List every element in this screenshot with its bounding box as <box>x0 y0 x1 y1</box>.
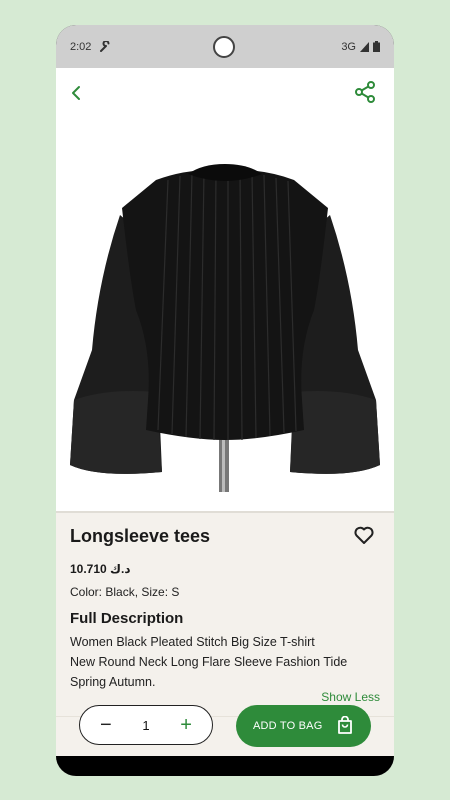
show-less-link[interactable]: Show Less <box>321 690 380 704</box>
phone-frame: 2:02 3G Longsleeve tees 10.710 د.ك Color… <box>56 25 394 776</box>
share-icon[interactable] <box>353 80 377 104</box>
signal-icon <box>360 41 369 52</box>
increase-quantity-button[interactable]: + <box>180 715 192 735</box>
top-app-bar <box>56 68 394 134</box>
add-to-bag-button[interactable]: ADD TO BAG <box>236 705 371 747</box>
battery-icon <box>373 41 380 52</box>
divider <box>56 511 394 513</box>
product-title: Longsleeve tees <box>70 526 211 546</box>
product-variant: Color: Black, Size: S <box>70 585 180 599</box>
status-time: 2:02 <box>70 40 92 53</box>
decrease-quantity-button[interactable]: − <box>100 715 112 735</box>
camera-cutout <box>213 36 235 58</box>
description-line: Spring Autumn. <box>70 675 156 689</box>
product-image-area <box>56 134 394 512</box>
shopping-bag-icon <box>338 716 352 734</box>
description-line: Women Black Pleated Stitch Big Size T-sh… <box>70 635 315 649</box>
quantity-value: 1 <box>142 717 150 733</box>
add-to-bag-label: ADD TO BAG <box>253 720 323 732</box>
description-line: New Round Neck Long Flare Sleeve Fashion… <box>70 655 348 669</box>
product-image[interactable] <box>58 160 392 492</box>
quantity-stepper: − 1 + <box>79 705 213 745</box>
network-indicator: 3G <box>341 40 356 53</box>
wrench-icon <box>100 40 110 52</box>
product-description: Women Black Pleated Stitch Big Size T-sh… <box>70 632 380 692</box>
description-heading: Full Description <box>70 610 184 627</box>
product-price: 10.710 د.ك <box>70 562 131 576</box>
heart-icon[interactable] <box>352 523 376 547</box>
system-nav-bar <box>56 756 394 776</box>
back-arrow-icon[interactable] <box>68 84 86 102</box>
product-detail-screen: Longsleeve tees 10.710 د.ك Color: Black,… <box>56 68 394 776</box>
status-bar: 2:02 3G <box>56 25 394 68</box>
